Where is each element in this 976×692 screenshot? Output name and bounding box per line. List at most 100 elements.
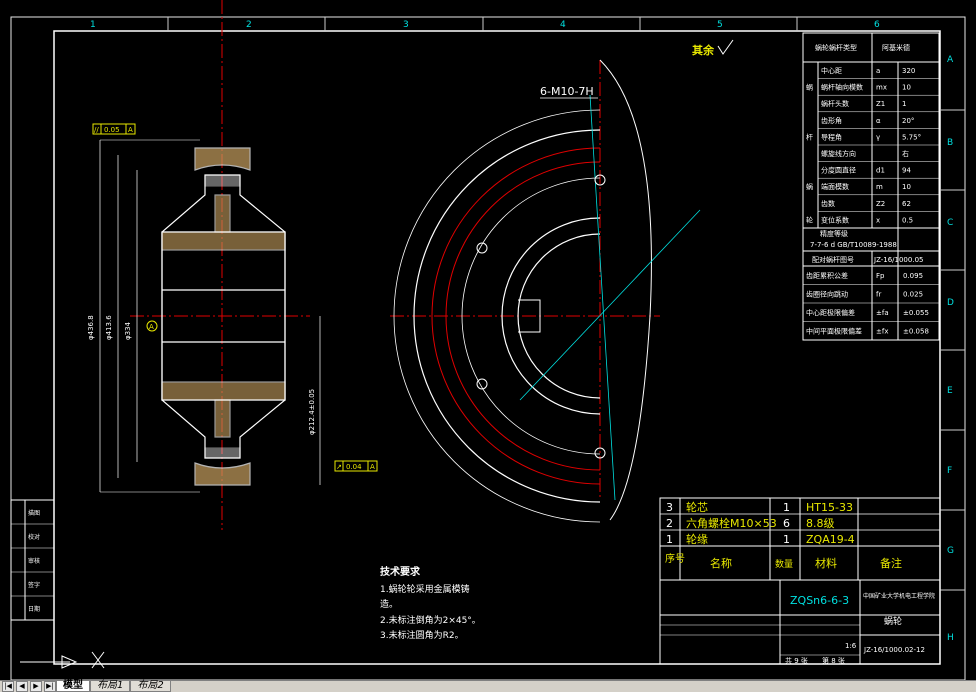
material-spec: ZQSn6-6-3 <box>790 594 849 607</box>
hole-callout: 6-M10-7H <box>540 85 594 98</box>
svg-text:数量: 数量 <box>775 558 793 570</box>
bom-cell: 轮缘 <box>686 532 708 546</box>
param-cell: 轮 <box>806 215 813 224</box>
cad-drawing-canvas[interactable]: 1 2 3 4 5 6 A B C D E F G H φ436.8 φ413.… <box>0 0 976 680</box>
svg-text://: // <box>94 126 99 134</box>
param-cell: 蜗杆轴向模数 <box>821 83 863 92</box>
param-cell: 齿数 <box>821 199 835 208</box>
grid-col-1: 1 <box>90 20 96 30</box>
svg-text:序号: 序号 <box>665 552 685 565</box>
layout-tab-bar: |◀ ◀ ▶ ▶| 模型 布局1 布局2 <box>0 680 976 692</box>
svg-text:0.05: 0.05 <box>104 126 120 134</box>
dim-outer-diameter: φ436.8 <box>87 315 95 340</box>
tolerance-cell: Fp <box>876 272 885 280</box>
title-block: ZQSn6-6-3 中国矿业大学机电工程学院 蜗轮 JZ-16/1000.02-… <box>659 579 941 665</box>
tab-layout1[interactable]: 布局1 <box>90 681 131 692</box>
strip-label: 审核 <box>28 557 40 565</box>
bom-cell: 6 <box>783 517 790 530</box>
param-cell: 螺旋线方向 <box>821 149 856 158</box>
grid-column-markers: 1 2 3 4 5 6 <box>90 17 880 31</box>
tolerance-cell: fr <box>876 291 881 299</box>
bom-cell: ZQA19-4 <box>806 533 855 546</box>
param-cell: m <box>876 183 883 191</box>
bom-cell: 1 <box>666 533 673 546</box>
svg-text:A: A <box>370 463 375 471</box>
tolerance-cell: 齿距累积公差 <box>806 271 848 280</box>
param-cell: 导程角 <box>821 132 842 141</box>
tolerance-cell: ±fa <box>876 309 889 317</box>
svg-text:配对蜗杆图号: 配对蜗杆图号 <box>812 255 854 264</box>
bom-cell: 8.8级 <box>806 517 835 530</box>
tab-prev-arrow-icon[interactable]: ◀ <box>16 681 28 692</box>
svg-text:精度等级: 精度等级 <box>820 229 848 238</box>
tolerance-cell: ±0.055 <box>903 309 929 317</box>
param-cell: 分度圆直径 <box>821 166 856 175</box>
tab-layout2[interactable]: 布局2 <box>130 681 171 692</box>
grid-row-C: C <box>947 218 953 228</box>
sheet-number: 第 8 张 <box>822 656 845 665</box>
svg-text:3.未标注圆角为R2。: 3.未标注圆角为R2。 <box>380 629 464 641</box>
dim-root-diameter: φ334 <box>124 321 132 340</box>
bom-cell: HT15-33 <box>806 501 853 514</box>
tab-last-arrow-icon[interactable]: ▶| <box>44 681 56 692</box>
strip-label: 日期 <box>28 605 40 613</box>
param-cell: 62 <box>902 200 911 208</box>
bill-of-materials: 3 轮芯 1 HT15-33 2 六角螺栓M10×53 6 8.8级 1 轮缘 1 ZQA19-4 序… <box>659 497 941 581</box>
strip-label: 签字 <box>28 581 40 589</box>
param-cell: 5.75° <box>902 133 921 141</box>
param-cell: γ <box>876 133 880 141</box>
tolerance-cell: 中间平面极限偏差 <box>806 327 862 336</box>
datum-a-label: A <box>149 323 154 331</box>
drawing-number: JZ-16/1000.02-12 <box>863 646 925 654</box>
technical-requirements: 技术要求 1.蜗轮轮采用金属模铸 造。 2.未标注倒角为2×45°。 3.未标注… <box>380 565 481 641</box>
grid-row-G: G <box>947 546 954 556</box>
gdt-frame-top: // 0.05 A <box>92 123 136 135</box>
grid-row-B: B <box>947 138 953 148</box>
param-cell: 中心距 <box>821 66 842 75</box>
tolerance-cell: 0.025 <box>903 291 923 299</box>
surface-finish-label: 其余 <box>692 43 715 57</box>
bom-cell: 六角螺栓M10×53 <box>686 516 777 530</box>
grid-row-D: D <box>947 298 954 308</box>
param-cell: 蜗 <box>806 83 813 92</box>
param-cell: Z2 <box>876 200 885 208</box>
tab-model[interactable]: 模型 <box>56 681 90 692</box>
param-cell: x <box>876 216 880 224</box>
param-cell: 20° <box>902 117 914 125</box>
grid-col-3: 3 <box>403 20 409 30</box>
tolerance-cell: 齿圈径向跳动 <box>806 290 848 299</box>
tab-first-arrow-icon[interactable]: |◀ <box>2 681 14 692</box>
param-cell: 94 <box>902 167 911 175</box>
bom-cell: 1 <box>783 501 790 514</box>
param-cell: 变位系数 <box>821 215 849 224</box>
param-cell: 10 <box>902 84 911 92</box>
gdt-frame-bottom: ↗ 0.04 A <box>334 460 378 472</box>
inner-border <box>53 30 941 665</box>
param-cell: 10 <box>902 183 911 191</box>
param-cell: 齿形角 <box>821 116 842 125</box>
grid-row-H: H <box>947 633 954 643</box>
strip-label: 校对 <box>28 533 40 541</box>
svg-text:0.04: 0.04 <box>346 463 362 471</box>
scale: 1:6 <box>845 642 857 650</box>
svg-text:备注: 备注 <box>880 556 902 570</box>
param-cell: 右 <box>902 149 909 158</box>
tab-next-arrow-icon[interactable]: ▶ <box>30 681 42 692</box>
grid-col-4: 4 <box>560 20 566 30</box>
svg-text:技术要求: 技术要求 <box>380 565 421 578</box>
svg-text:材料: 材料 <box>815 556 837 570</box>
front-view-worm-wheel <box>393 59 701 523</box>
param-cell: 端面模数 <box>821 182 849 191</box>
svg-text:7-7-6 d GB/T10089-1988: 7-7-6 d GB/T10089-1988 <box>810 241 897 249</box>
grid-row-A: A <box>947 55 954 65</box>
param-cell: 1 <box>902 100 906 108</box>
tolerance-cell: ±0.058 <box>903 328 929 336</box>
param-cell: mx <box>876 84 887 92</box>
tolerance-cell: 0.095 <box>903 272 923 280</box>
svg-text:阿基米德: 阿基米德 <box>882 43 910 52</box>
param-cell: 0.5 <box>902 216 913 224</box>
tolerance-cell: ±fx <box>876 328 888 336</box>
svg-text:A: A <box>128 126 133 134</box>
param-cell: 杆 <box>806 132 813 141</box>
param-cell: 蜗杆头数 <box>821 99 849 108</box>
